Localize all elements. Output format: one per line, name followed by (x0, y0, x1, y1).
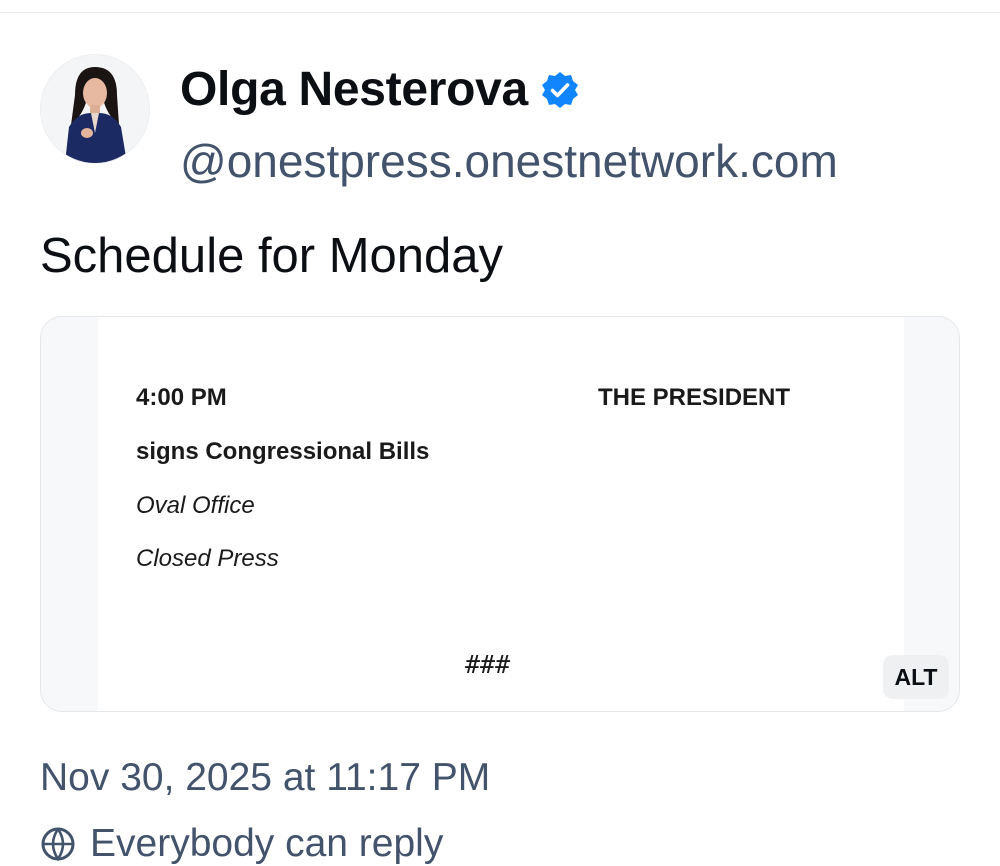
schedule-press: Closed Press (136, 545, 279, 572)
post-text: Schedule for Monday (40, 229, 504, 283)
schedule-subject: THE PRESIDENT (598, 384, 791, 411)
alt-text-button[interactable]: ALT (883, 655, 949, 699)
reply-setting-label: Everybody can reply (90, 822, 444, 865)
schedule-document: 4:00 PM THE PRESIDENT signs Congressiona… (98, 317, 904, 711)
verified-checkmark-icon (541, 71, 578, 108)
post-image-card[interactable]: 4:00 PM THE PRESIDENT signs Congressiona… (40, 316, 960, 712)
avatar-photo (41, 55, 149, 163)
globe-icon (41, 827, 75, 862)
schedule-time: 4:00 PM (136, 384, 227, 411)
top-divider (0, 12, 1000, 13)
post-timestamp[interactable]: Nov 30, 2025 at 11:17 PM (40, 756, 490, 800)
schedule-event: signs Congressional Bills (136, 438, 430, 465)
author-handle[interactable]: @onestpress.onestnetwork.com (180, 134, 838, 188)
reply-setting[interactable]: Everybody can reply (40, 822, 443, 866)
author-name-row: Olga Nesterova (180, 62, 580, 117)
author-name[interactable]: Olga Nesterova (180, 62, 528, 117)
schedule-location: Oval Office (136, 492, 255, 519)
author-avatar[interactable] (40, 54, 150, 164)
schedule-end-mark: ### (465, 650, 511, 679)
